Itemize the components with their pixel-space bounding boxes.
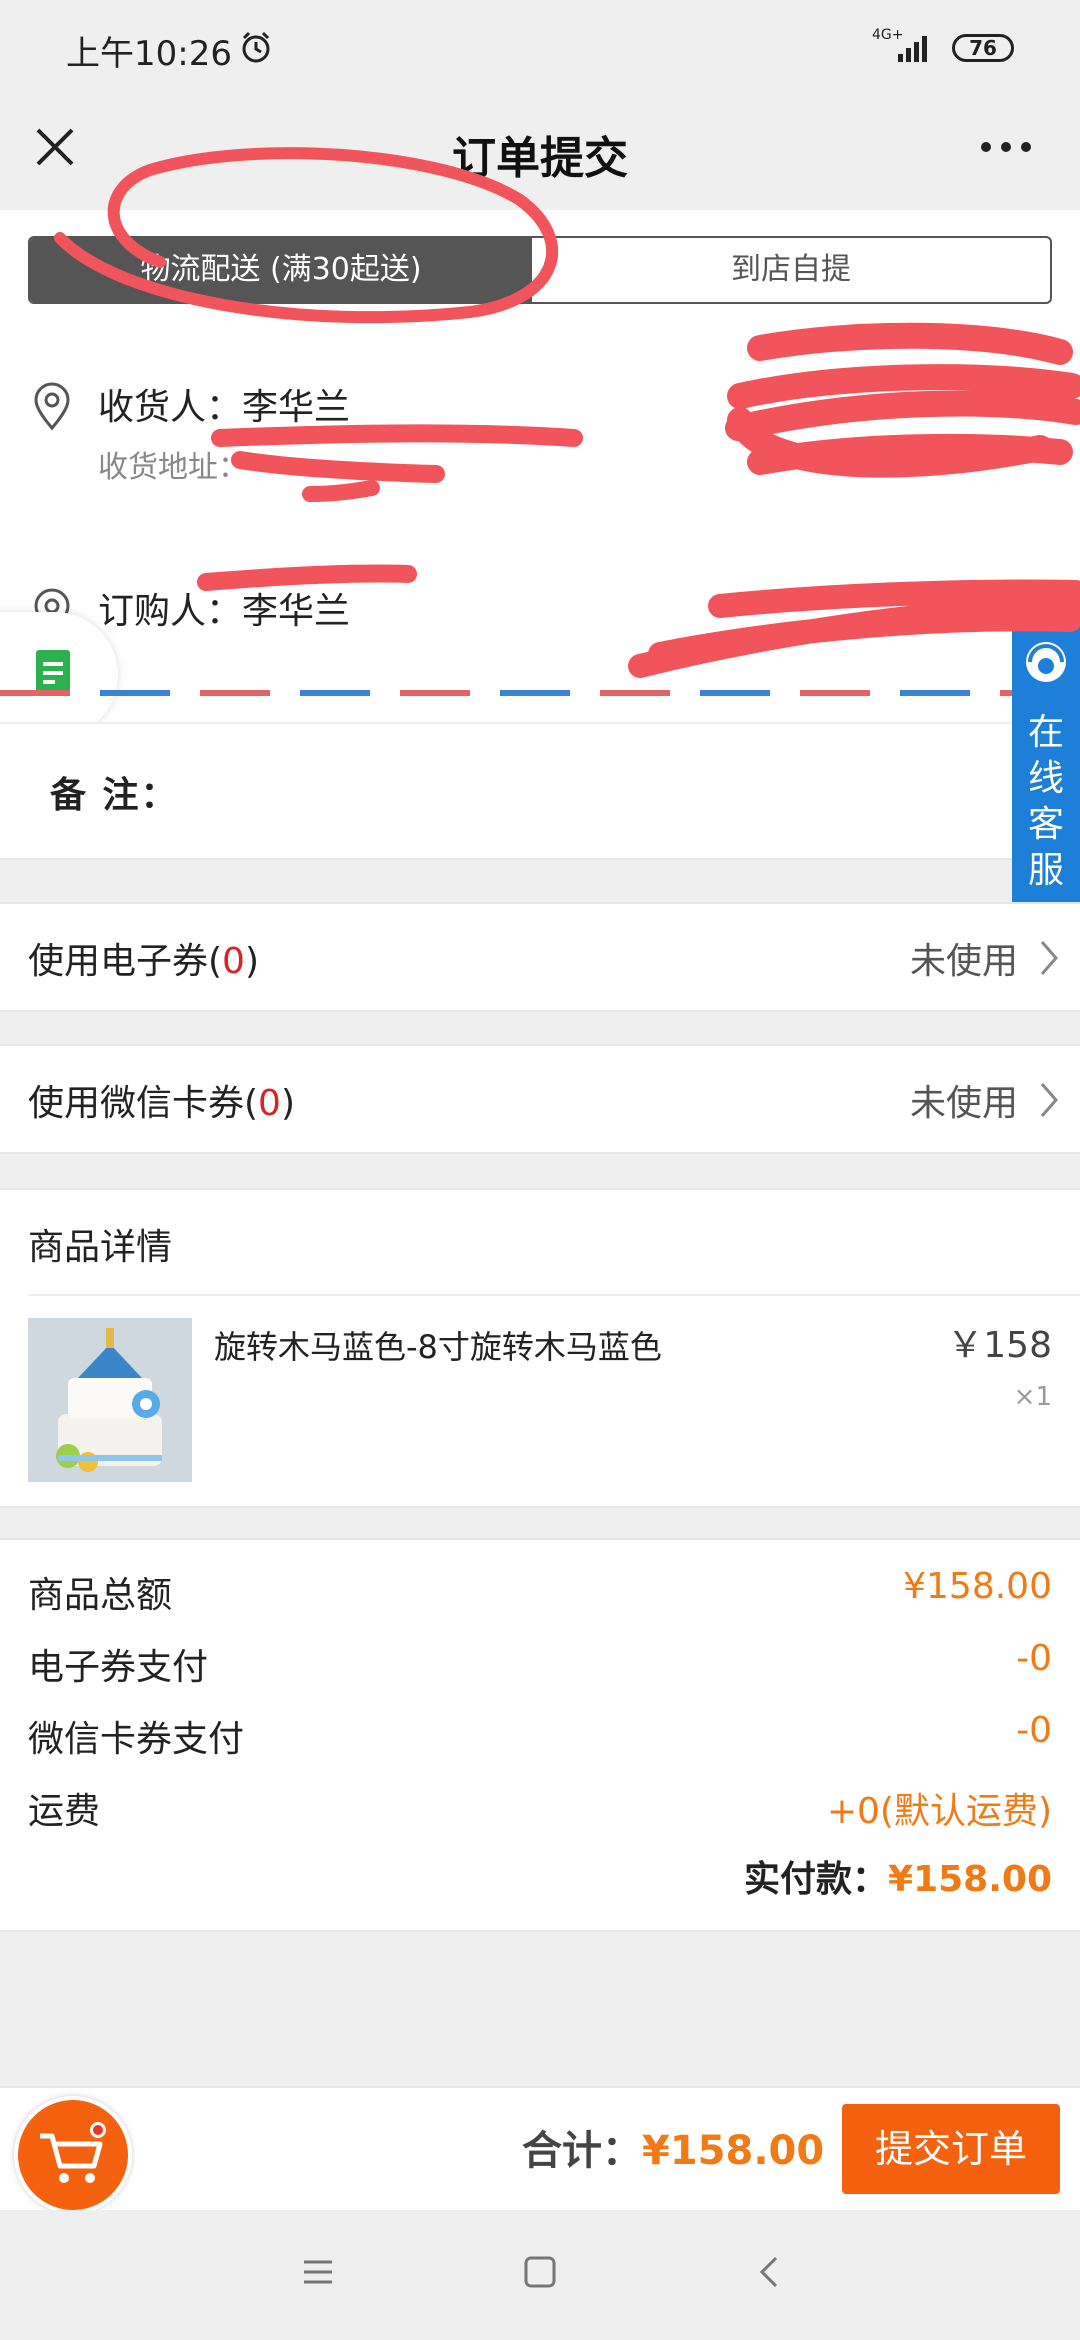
system-nav-bar <box>0 2210 1080 2340</box>
nav-bar: 订单提交 <box>0 100 1080 210</box>
summary-label-shipping: 运费 <box>28 1791 101 1832</box>
price-summary: 商品总额 ¥158.00 电子券支付 -0 微信卡券支付 -0 运费 +0(默认… <box>0 1538 1080 1932</box>
delivery-tabs: 物流配送 (满30起送) 到店自提 <box>28 236 1052 304</box>
total-amount: ¥158.00 <box>642 2128 825 2174</box>
product-thumbnail[interactable] <box>28 1318 192 1482</box>
goods-detail-header: 商品详情 <box>28 1227 173 1268</box>
summary-label-e-coupon: 电子券支付 <box>28 1647 209 1688</box>
summary-value-shipping: +0(默认运费) <box>826 1791 1052 1832</box>
online-service-button[interactable]: 在线客服 <box>1012 610 1080 918</box>
chevron-right-icon <box>1040 941 1058 975</box>
summary-label-wechat-coupon: 微信卡券支付 <box>28 1719 245 1760</box>
menu-icon[interactable] <box>300 2254 336 2290</box>
remark-label: 备 注： <box>50 775 179 816</box>
product-name: 旋转木马蓝色-8寸旋转木马蓝色 <box>214 1328 662 1366</box>
receiver-address-label: 收货地址： <box>98 450 248 485</box>
summary-label-goods-total: 商品总额 <box>28 1575 173 1616</box>
goods-detail-section: 商品详情 旋转木马蓝色-8寸旋转木马蓝色 ￥158 ×1 <box>0 1188 1080 1508</box>
chevron-right-icon <box>1040 1083 1058 1117</box>
bottom-action-bar: 合计：¥158.00 提交订单 <box>0 2086 1080 2214</box>
battery-icon: 76 <box>952 34 1014 62</box>
home-square-icon[interactable] <box>522 2254 558 2290</box>
divider <box>28 1294 1080 1296</box>
cart-button[interactable] <box>14 2096 132 2214</box>
product-price: ￥158 <box>947 1325 1052 1366</box>
back-arrow-icon[interactable] <box>752 2254 788 2290</box>
submit-order-button[interactable]: 提交订单 <box>842 2104 1060 2194</box>
summary-value-e-coupon: -0 <box>1016 1638 1052 1679</box>
page-title: 订单提交 <box>452 133 628 184</box>
alarm-icon <box>242 31 270 63</box>
order-total: 合计：¥158.00 <box>522 2118 824 2176</box>
summary-value-wechat-coupon: -0 <box>1016 1710 1052 1751</box>
more-icon[interactable] <box>976 122 1036 172</box>
tab-logistics-delivery[interactable]: 物流配送 (满30起送) <box>30 238 532 302</box>
paid-amount-line: 实付款：¥158.00 <box>744 1850 1052 1902</box>
tab-store-pickup[interactable]: 到店自提 <box>532 238 1050 302</box>
status-time: 上午10:26 <box>66 34 232 74</box>
product-quantity: ×1 <box>1013 1382 1052 1412</box>
e-coupon-row[interactable]: 使用电子券(0) 未使用 <box>0 902 1080 1012</box>
location-pin-icon <box>34 382 70 431</box>
e-coupon-status: 未使用 <box>909 941 1018 982</box>
total-label: 合计： <box>522 2128 642 2174</box>
wechat-coupon-label: 使用微信卡券(0) <box>28 1083 295 1124</box>
wechat-coupon-row[interactable]: 使用微信卡券(0) 未使用 <box>0 1044 1080 1154</box>
summary-value-goods-total: ¥158.00 <box>903 1566 1052 1607</box>
receiver-name: 收货人：李华兰 <box>98 387 351 428</box>
cart-icon <box>40 2122 106 2183</box>
signal-icon <box>898 36 927 62</box>
e-coupon-label: 使用电子券(0) <box>28 941 259 982</box>
buyer-name: 订购人：李华兰 <box>98 591 351 632</box>
remark-row[interactable]: 备 注： <box>0 722 1080 860</box>
wechat-coupon-status: 未使用 <box>909 1083 1018 1124</box>
paid-label: 实付款： <box>744 1859 889 1900</box>
headset-icon <box>1026 642 1066 682</box>
paid-amount: ¥158.00 <box>888 1859 1052 1900</box>
status-bar: 上午10:26 4G+ 76 <box>0 0 1080 100</box>
online-service-label: 在线客服 <box>1027 712 1064 891</box>
envelope-divider <box>0 690 1080 696</box>
